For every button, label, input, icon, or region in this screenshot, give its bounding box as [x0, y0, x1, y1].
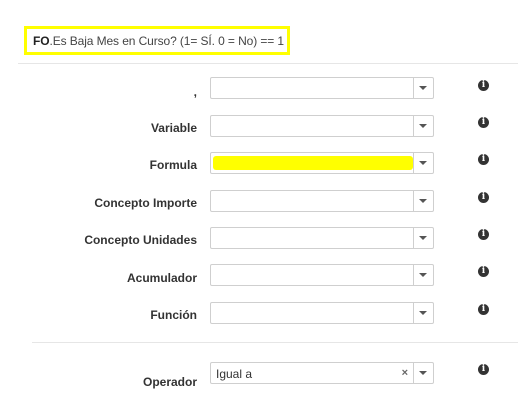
info-icon[interactable]: i: [478, 192, 489, 203]
row-label-concepto-unidades: Concepto Unidades: [84, 233, 197, 247]
variable-select[interactable]: [210, 115, 434, 137]
info-icon[interactable]: i: [478, 304, 489, 315]
variable-dropdown-toggle[interactable]: [413, 116, 433, 136]
unnamed-dropdown-toggle[interactable]: [413, 78, 433, 98]
row-label-funcion: Función: [150, 308, 197, 322]
chevron-down-icon: [419, 86, 427, 90]
info-icon[interactable]: i: [478, 266, 489, 277]
row-label-variable: Variable: [150, 121, 197, 135]
concepto-importe-dropdown-toggle[interactable]: [413, 191, 433, 211]
chevron-down-icon: [419, 199, 427, 203]
info-icon[interactable]: i: [478, 80, 489, 91]
operador-select[interactable]: Igual a ×: [210, 362, 434, 384]
funcion-select[interactable]: [210, 302, 434, 324]
unnamed-select[interactable]: [210, 77, 434, 99]
chevron-down-icon: [419, 161, 427, 165]
header-divider: [18, 63, 518, 64]
concepto-importe-select[interactable]: [210, 190, 434, 212]
concepto-unidades-select[interactable]: [210, 227, 434, 249]
condition-header: FO .Es Baja Mes en Curso? (1= SÍ. 0 = No…: [24, 26, 290, 55]
formula-select[interactable]: [210, 152, 434, 174]
row-label-unnamed: ,: [193, 85, 197, 99]
operador-select-value: Igual a: [216, 367, 253, 381]
concepto-unidades-dropdown-toggle[interactable]: [413, 228, 433, 248]
condition-prefix: FO: [33, 33, 50, 48]
formula-dropdown-toggle[interactable]: [413, 153, 433, 173]
chevron-down-icon: [419, 311, 427, 315]
row-label-operador: Operador: [142, 375, 197, 389]
info-icon[interactable]: i: [478, 117, 489, 128]
funcion-dropdown-toggle[interactable]: [413, 303, 433, 323]
chevron-down-icon: [419, 124, 427, 128]
section-divider: [32, 342, 518, 343]
row-label-acumulador: Acumulador: [126, 271, 197, 285]
clear-icon[interactable]: ×: [402, 367, 408, 379]
condition-text: .Es Baja Mes en Curso? (1= SÍ. 0 = No) =…: [49, 33, 284, 48]
chevron-down-icon: [419, 371, 427, 375]
chevron-down-icon: [419, 236, 427, 240]
operador-dropdown-toggle[interactable]: [413, 363, 433, 383]
row-label-concepto-importe: Concepto Importe: [94, 196, 197, 210]
info-icon[interactable]: i: [478, 229, 489, 240]
row-label-formula: Formula: [149, 158, 197, 172]
info-icon[interactable]: i: [478, 364, 489, 375]
acumulador-dropdown-toggle[interactable]: [413, 265, 433, 285]
chevron-down-icon: [419, 273, 427, 277]
acumulador-select[interactable]: [210, 264, 434, 286]
formula-highlight: [213, 156, 413, 170]
info-icon[interactable]: i: [478, 154, 489, 165]
